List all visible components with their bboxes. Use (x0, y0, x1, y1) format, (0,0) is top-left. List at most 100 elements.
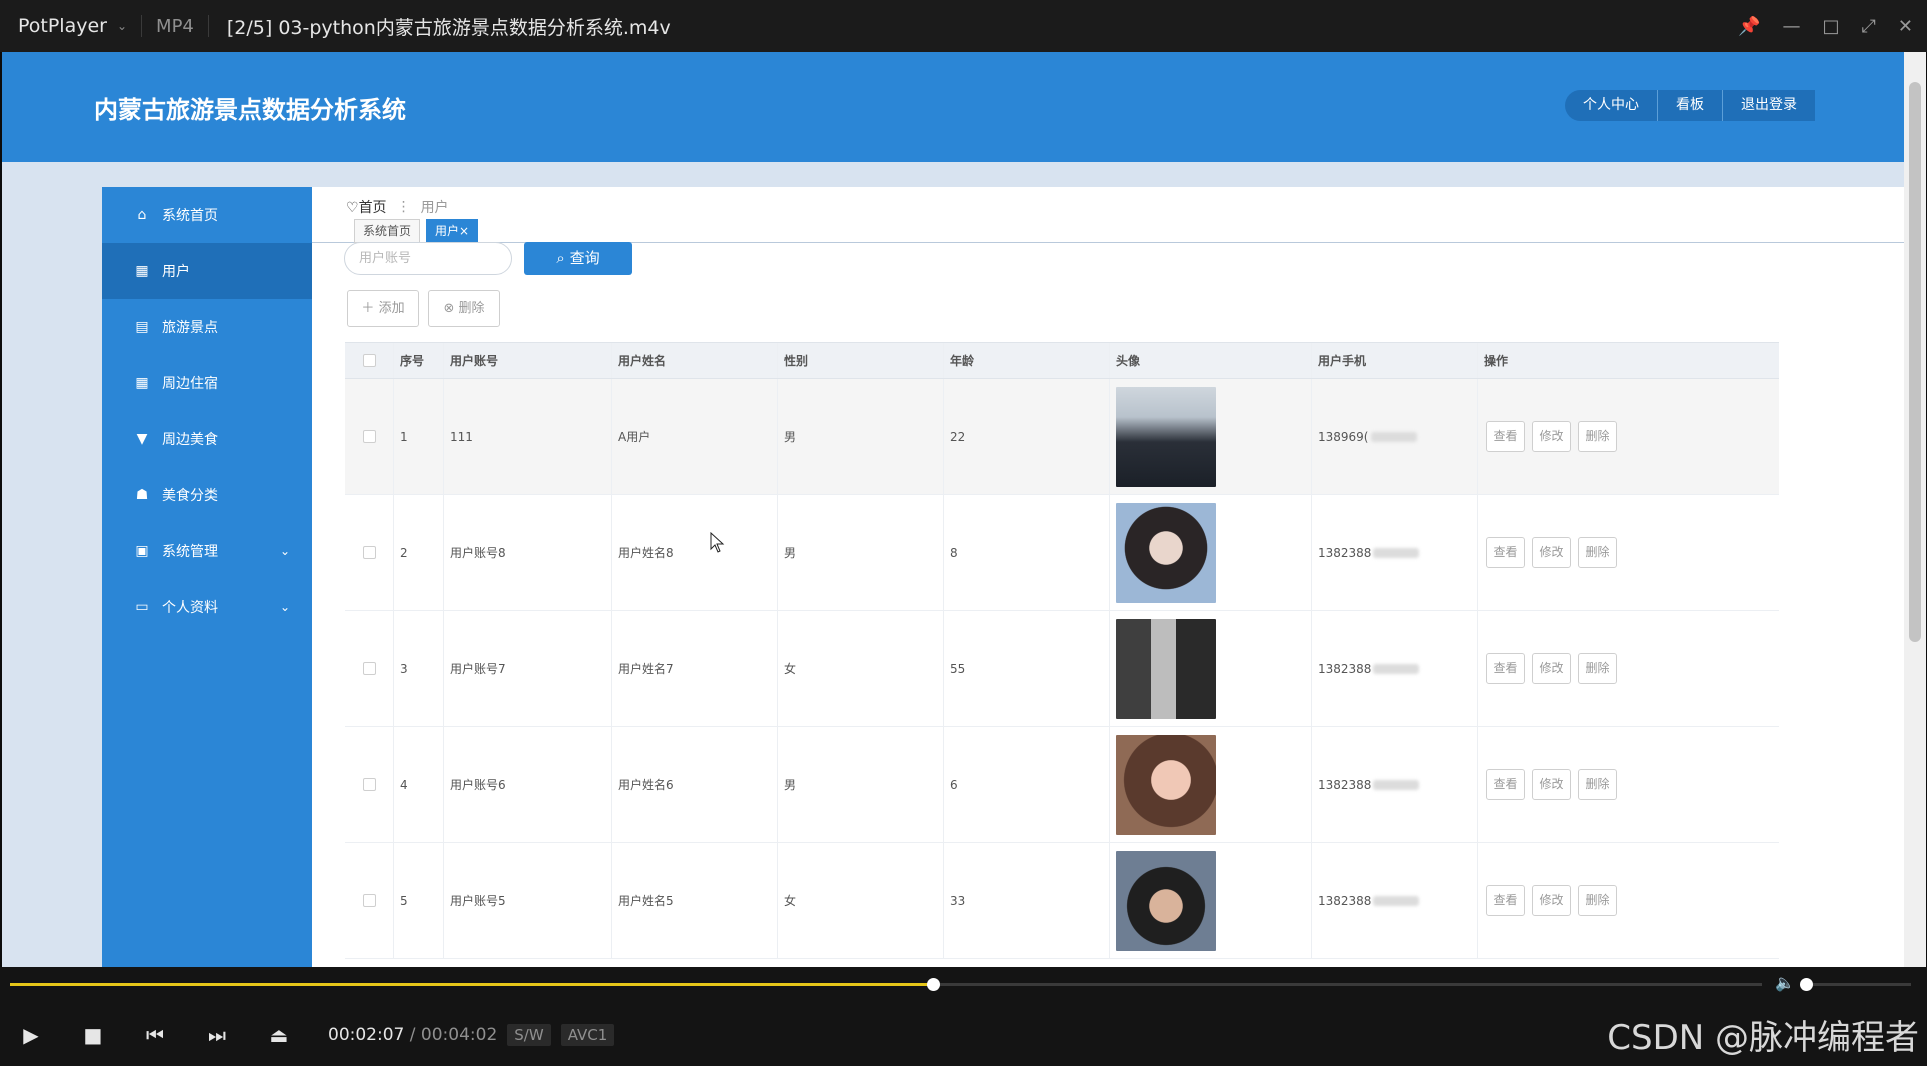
time-separator: / (409, 1024, 416, 1045)
divider (141, 15, 143, 37)
phone-redaction (1373, 547, 1420, 558)
volume-slider[interactable] (1806, 983, 1911, 986)
phone-redaction (1373, 663, 1420, 674)
header-name: 用户姓名 (612, 343, 778, 378)
add-button[interactable]: ＋ 添加 (347, 290, 419, 327)
window-controls: 📌 — □ ⤢ ✕ (1738, 0, 1913, 52)
divider (207, 15, 209, 37)
top-nav-logout[interactable]: 退出登录 (1723, 90, 1815, 121)
edit-button[interactable]: 修改 (1532, 537, 1571, 568)
sidebar-item-home[interactable]: ⌂ 系统首页 (102, 187, 312, 243)
watermark: CSDN @脉冲编程者 (1607, 1018, 1919, 1058)
breadcrumb: ♡首页 ⋮ 用户 (346, 197, 449, 217)
edit-button[interactable]: 修改 (1532, 421, 1571, 452)
sidebar-item-system[interactable]: ▣ 系统管理 ⌄ (102, 523, 312, 579)
row-gender: 女 (778, 843, 944, 958)
sidebar-item-profile[interactable]: ▭ 个人资料 ⌄ (102, 579, 312, 635)
row-delete-button[interactable]: 删除 (1578, 421, 1617, 452)
page-scrollbar[interactable] (1904, 52, 1926, 967)
scrollbar-thumb[interactable] (1909, 82, 1921, 642)
row-checkbox[interactable] (362, 546, 376, 559)
cup-icon: ▼ (136, 431, 148, 447)
sidebar-item-users[interactable]: ▦ 用户 (102, 243, 312, 299)
row-delete-button[interactable]: 删除 (1578, 769, 1617, 800)
home-icon: ⌂ (137, 207, 147, 223)
breadcrumb-home[interactable]: ♡首页 (346, 197, 387, 217)
top-nav-profile[interactable]: 个人中心 (1565, 90, 1658, 121)
tab-users[interactable]: 用户× (426, 219, 479, 243)
file-format: MP4 (156, 15, 194, 37)
row-index: 5 (394, 843, 444, 958)
row-gender: 男 (778, 495, 944, 610)
view-button[interactable]: 查看 (1486, 769, 1525, 800)
pin-icon[interactable]: 📌 (1738, 16, 1760, 37)
row-checkbox[interactable] (362, 662, 376, 675)
chevron-down-icon: ⌄ (116, 19, 128, 33)
view-button[interactable]: 查看 (1486, 537, 1525, 568)
row-phone: 1382388 (1318, 545, 1372, 560)
row-delete-button[interactable]: 删除 (1578, 653, 1617, 684)
top-nav-dashboard[interactable]: 看板 (1658, 90, 1723, 121)
view-button[interactable]: 查看 (1486, 421, 1525, 452)
row-name: 用户姓名6 (612, 727, 778, 842)
eject-icon[interactable]: ⏏ (248, 1003, 310, 1066)
row-account: 111 (444, 379, 612, 494)
tab-home[interactable]: 系统首页 (354, 219, 421, 243)
row-checkbox[interactable] (362, 430, 376, 443)
edit-button[interactable]: 修改 (1532, 769, 1571, 800)
fullscreen-icon[interactable]: ⤢ (1862, 16, 1876, 37)
row-delete-button[interactable]: 删除 (1578, 885, 1617, 916)
avatar (1116, 618, 1216, 719)
decoder-badge[interactable]: S/W (507, 1023, 551, 1046)
avatar (1116, 734, 1216, 835)
close-icon[interactable]: × (459, 224, 469, 238)
codec-badge[interactable]: AVC1 (560, 1023, 615, 1046)
next-icon[interactable]: ⏭ (186, 1003, 248, 1066)
breadcrumb-current: 用户 (420, 200, 449, 216)
sidebar-item-lodging[interactable]: ▦ 周边住宿 (102, 355, 312, 411)
row-checkbox[interactable] (362, 778, 376, 791)
previous-icon[interactable]: ⏮ (124, 1003, 186, 1066)
hand-icon: ☗ (135, 487, 149, 503)
edit-button[interactable]: 修改 (1532, 653, 1571, 684)
file-title: [2/5] 03-python内蒙古旅游景点数据分析系统.m4v (226, 16, 671, 39)
search-input[interactable]: 用户账号 (344, 242, 512, 275)
query-button[interactable]: ⌕ 查询 (524, 242, 632, 275)
maximize-icon[interactable]: □ (1822, 16, 1839, 37)
row-gender: 女 (778, 611, 944, 726)
sidebar-item-food-category[interactable]: ☗ 美食分类 (102, 467, 312, 523)
sidebar-item-attractions[interactable]: ▤ 旅游景点 (102, 299, 312, 355)
player-menu-button[interactable]: PotPlayer ⌄ (0, 15, 127, 37)
sidebar-item-label: 周边住宿 (162, 376, 218, 392)
stop-icon[interactable]: ■ (62, 1003, 124, 1066)
view-button[interactable]: 查看 (1486, 885, 1525, 916)
row-age: 6 (944, 727, 1110, 842)
header-age: 年龄 (944, 343, 1110, 378)
volume-icon[interactable]: 🔈 (1775, 973, 1795, 992)
row-phone: 1382388 (1318, 777, 1372, 792)
sidebar-item-label: 旅游景点 (162, 320, 218, 336)
row-delete-button[interactable]: 删除 (1578, 537, 1617, 568)
row-checkbox[interactable] (362, 894, 376, 907)
top-nav: 个人中心 看板 退出登录 (1565, 90, 1815, 121)
seek-handle[interactable] (927, 978, 941, 991)
play-icon[interactable]: ▶ (0, 1003, 62, 1066)
delete-circle-icon: ⊗ (443, 301, 459, 316)
delete-button[interactable]: ⊗ 删除 (428, 290, 500, 327)
chevron-down-icon: ⌄ (279, 600, 290, 614)
select-all-checkbox[interactable] (362, 354, 376, 367)
sidebar-item-food[interactable]: ▼ 周边美食 (102, 411, 312, 467)
volume-handle[interactable] (1800, 978, 1813, 991)
header-actions: 操作 (1484, 354, 1509, 368)
seek-track[interactable] (10, 978, 1762, 991)
query-button-label: 查询 (569, 249, 600, 267)
sidebar-item-label: 用户 (162, 264, 190, 280)
card-icon: ▭ (135, 599, 149, 615)
row-index: 3 (394, 611, 444, 726)
row-gender: 男 (778, 379, 944, 494)
minimize-icon[interactable]: — (1782, 16, 1800, 37)
app-header: 内蒙古旅游景点数据分析系统 个人中心 看板 退出登录 (2, 52, 1906, 162)
edit-button[interactable]: 修改 (1532, 885, 1571, 916)
view-button[interactable]: 查看 (1486, 653, 1525, 684)
close-icon[interactable]: ✕ (1898, 16, 1913, 37)
